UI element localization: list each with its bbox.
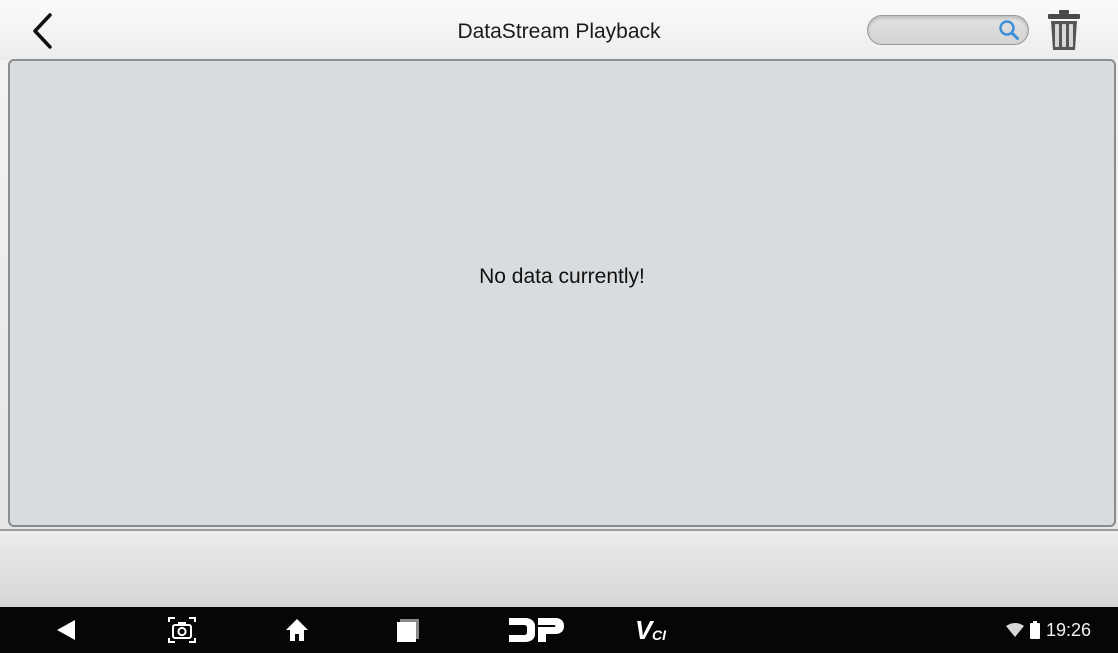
- empty-state-message: No data currently!: [479, 265, 645, 288]
- nav-recent-apps-button[interactable]: [386, 607, 430, 653]
- delete-button[interactable]: [1043, 8, 1085, 52]
- nav-screenshot-button[interactable]: [160, 607, 204, 653]
- trash-icon: [1048, 10, 1080, 50]
- status-clock: 19:26: [1046, 620, 1092, 640]
- search-icon[interactable]: [998, 19, 1020, 41]
- screenshot-camera-icon: [168, 617, 196, 643]
- wifi-icon: [1006, 623, 1024, 637]
- vci-logo-icon: V CI: [635, 616, 667, 644]
- nav-back-button[interactable]: [44, 607, 88, 653]
- recent-apps-icon: [397, 619, 419, 642]
- nav-dp-button[interactable]: [506, 607, 566, 653]
- app-window: DataStream Playback No data currently!: [0, 0, 1118, 607]
- dp-logo-icon: [509, 618, 564, 642]
- battery-icon: [1030, 621, 1040, 639]
- search-box[interactable]: [867, 15, 1029, 45]
- title-bar: DataStream Playback: [0, 0, 1118, 60]
- datastream-list-panel: No data currently!: [8, 59, 1116, 527]
- system-nav-bar: V CI 19:26: [0, 607, 1118, 653]
- search-input[interactable]: [880, 20, 992, 40]
- bottom-toolbar: [0, 529, 1118, 607]
- nav-vci-button[interactable]: V CI: [628, 607, 688, 653]
- nav-home-button[interactable]: [275, 607, 319, 653]
- home-icon: [286, 619, 308, 641]
- svg-text:CI: CI: [652, 627, 667, 643]
- status-area: 19:26: [1006, 607, 1091, 653]
- back-triangle-icon: [57, 620, 75, 640]
